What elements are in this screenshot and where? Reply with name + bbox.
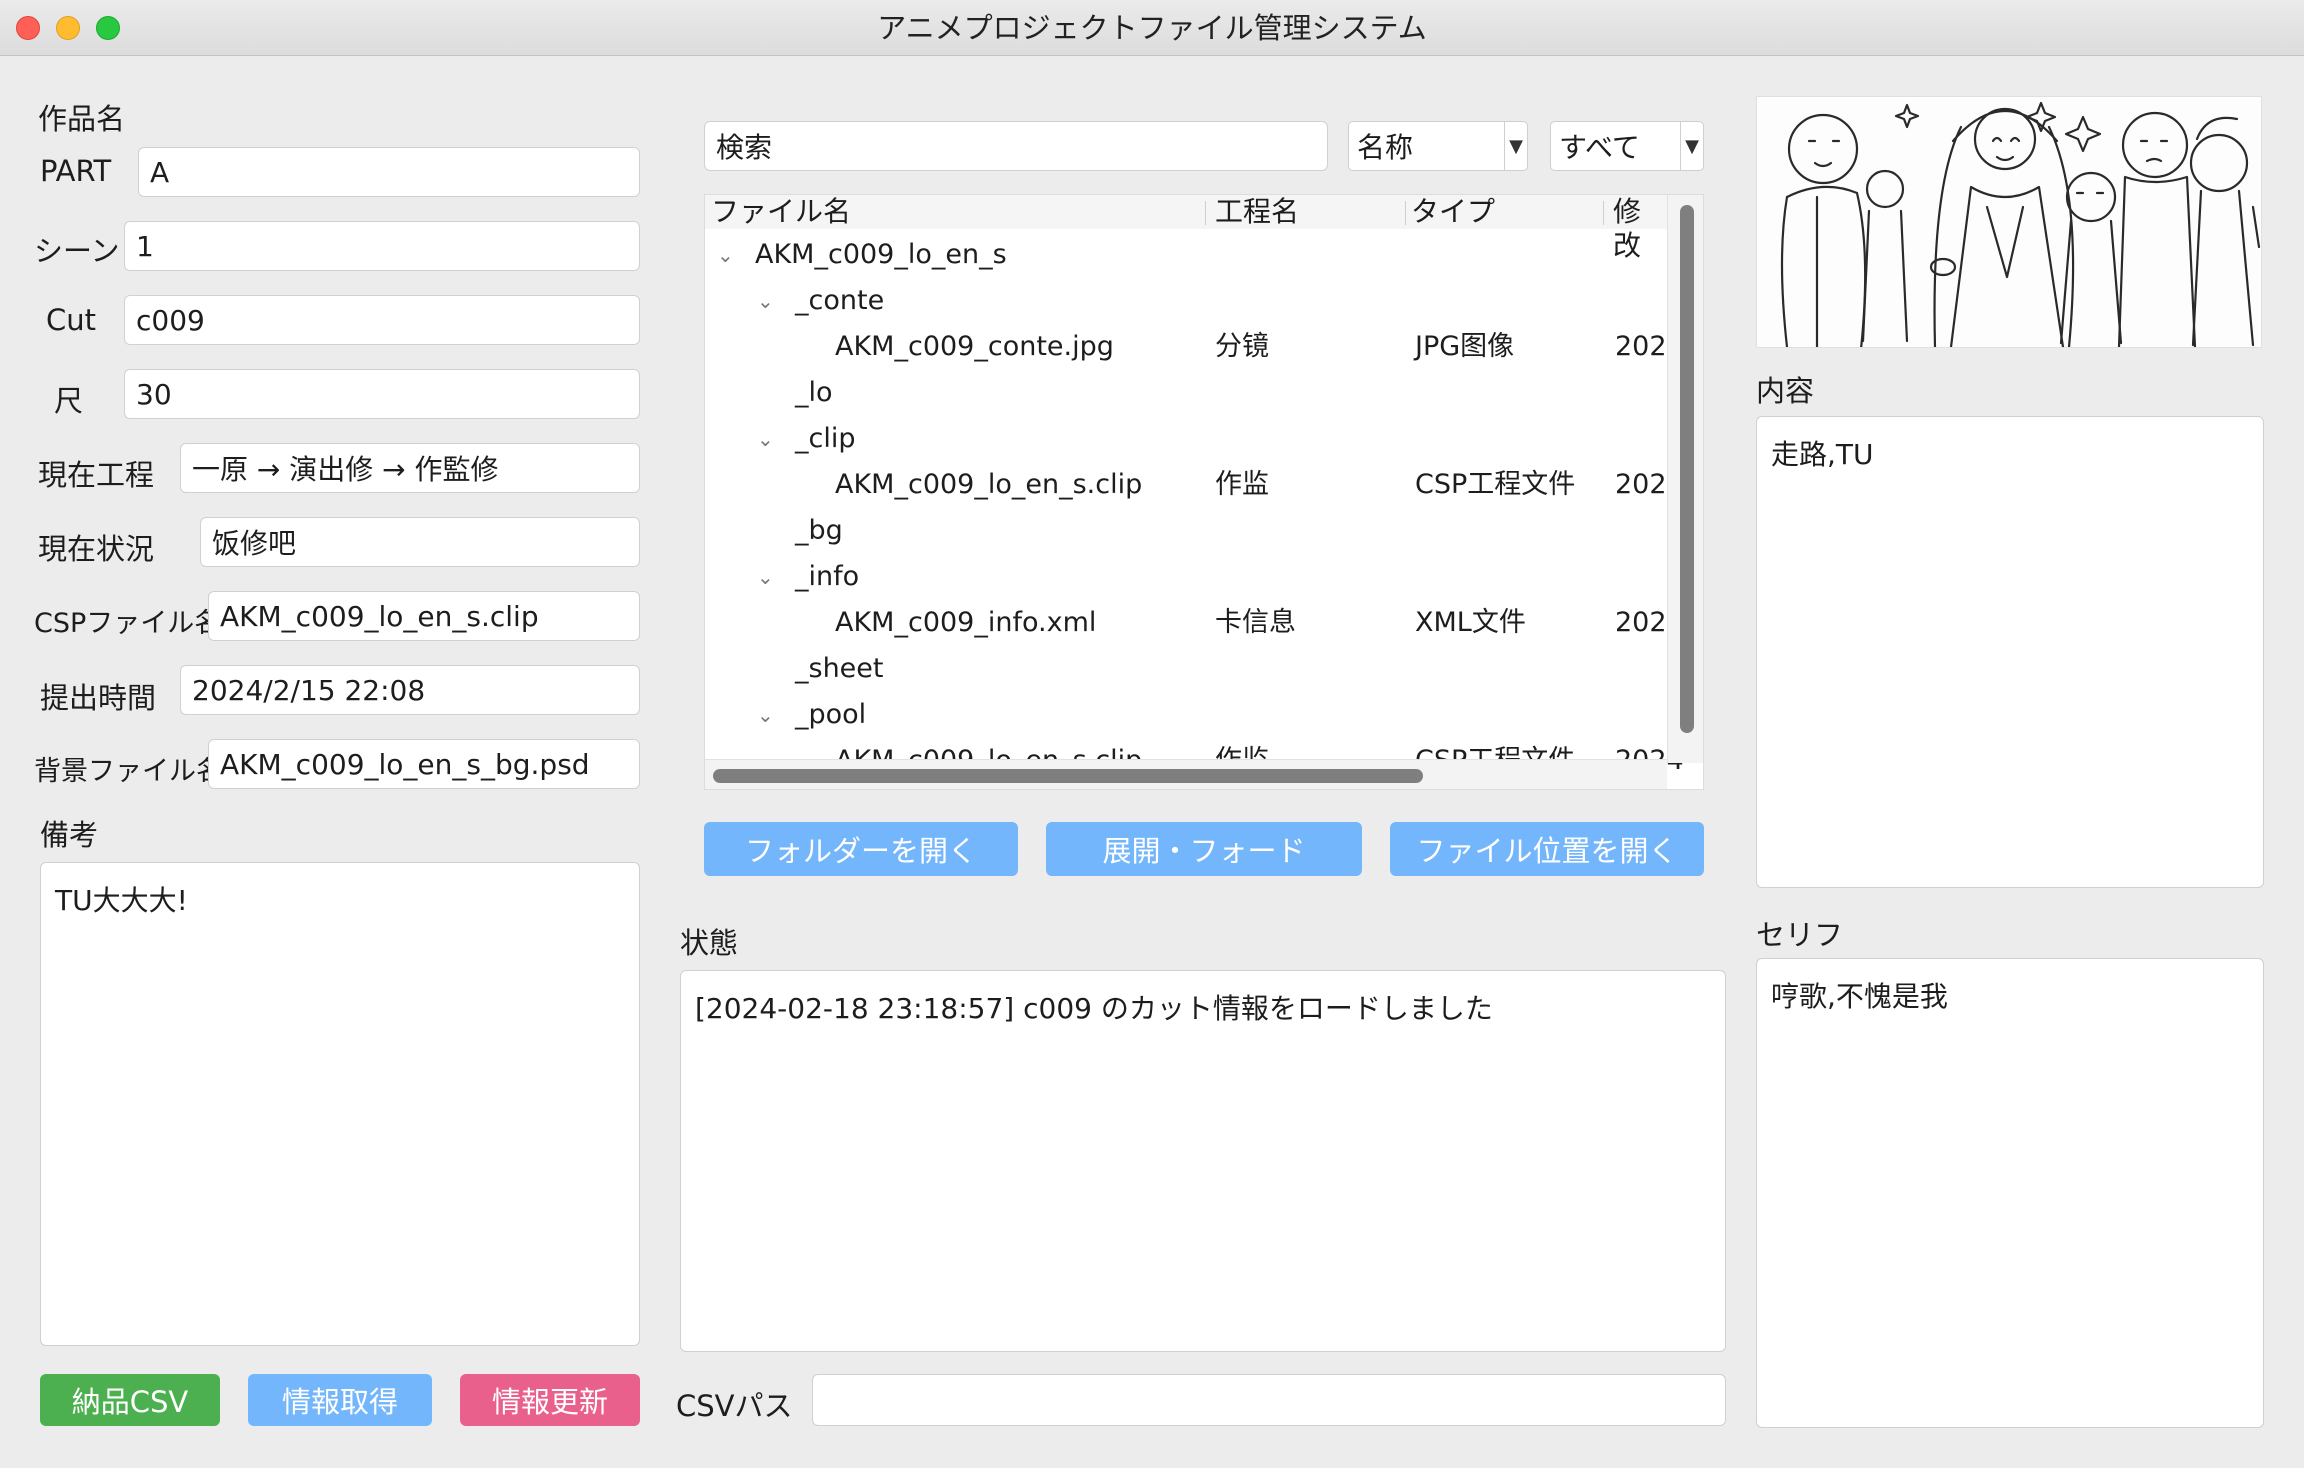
notes-label: 備考 xyxy=(40,818,99,852)
submit-time-label: 提出時間 xyxy=(40,681,157,715)
current-status-field[interactable]: 饭修吧 xyxy=(200,517,640,567)
csp-filename-field[interactable]: AKM_c009_lo_en_s.clip xyxy=(208,591,640,641)
update-info-button[interactable]: 情報更新 xyxy=(460,1374,640,1426)
column-header-modified[interactable]: 修改 xyxy=(1613,195,1667,262)
window-title: アニメプロジェクトファイル管理システム xyxy=(877,11,1427,45)
export-csv-button[interactable]: 納品CSV xyxy=(40,1374,220,1426)
cut-field[interactable]: c009 xyxy=(124,295,640,345)
chevron-down-icon[interactable]: ⌄ xyxy=(757,554,774,600)
type-filter-select-value: すべて xyxy=(1559,131,1640,164)
notes-textarea[interactable]: TU大大大! xyxy=(40,862,640,1346)
part-field[interactable]: A xyxy=(138,147,640,197)
open-folder-button[interactable]: フォルダーを開く xyxy=(704,822,1018,876)
vertical-scrollbar-track[interactable] xyxy=(1667,195,1703,763)
duration-label: 尺 xyxy=(54,384,84,418)
current-status-label: 現在状況 xyxy=(38,532,155,566)
tree-row[interactable]: AKM_c009_info.xml 卡信息 XML文件 2024 xyxy=(705,600,1684,646)
current-process-label: 現在工程 xyxy=(38,458,155,492)
csv-path-field[interactable] xyxy=(812,1374,1726,1426)
csp-filename-label: CSPファイル名 xyxy=(34,608,222,639)
chevron-down-icon[interactable]: ⌄ xyxy=(757,692,774,738)
current-process-field[interactable]: 一原 → 演出修 → 作監修 xyxy=(180,443,640,493)
duration-field[interactable]: 30 xyxy=(124,369,640,419)
vertical-scrollbar-thumb[interactable] xyxy=(1680,205,1694,733)
tree-row[interactable]: ⌄ _clip xyxy=(705,416,1667,462)
fetch-info-button[interactable]: 情報取得 xyxy=(248,1374,432,1426)
type-filter-select[interactable]: すべて ▼ xyxy=(1550,121,1704,171)
dialogue-textarea[interactable]: 哼歌,不愧是我 xyxy=(1756,958,2264,1428)
content-label: 内容 xyxy=(1756,374,1815,408)
horizontal-scrollbar-thumb[interactable] xyxy=(713,769,1423,783)
csv-path-label: CSVパス xyxy=(676,1389,793,1423)
chevron-down-icon[interactable]: ⌄ xyxy=(757,416,774,462)
section-label-work-name: 作品名 xyxy=(38,102,126,136)
content-textarea[interactable]: 走路,TU xyxy=(1756,416,2264,888)
open-file-location-button[interactable]: ファイル位置を開く xyxy=(1390,822,1704,876)
tree-row[interactable]: ⌄ AKM_c009_lo_en_s xyxy=(705,232,1667,278)
chevron-down-icon[interactable]: ⌄ xyxy=(757,278,774,324)
chevron-down-icon: ▼ xyxy=(1504,122,1527,170)
submit-time-field[interactable]: 2024/2/15 22:08 xyxy=(180,665,640,715)
chevron-down-icon[interactable]: ⌄ xyxy=(717,232,734,278)
search-field-select[interactable]: 名称 ▼ xyxy=(1348,121,1528,171)
storyboard-preview-image xyxy=(1756,96,2262,348)
dialogue-label: セリフ xyxy=(1756,918,1844,952)
tree-row[interactable]: _sheet xyxy=(705,646,1667,692)
column-header-filename[interactable]: ファイル名 xyxy=(711,195,851,229)
tree-header: ファイル名 工程名 タイプ 修改 xyxy=(705,195,1667,262)
title-bar: アニメプロジェクトファイル管理システム xyxy=(0,0,2304,56)
tree-row[interactable]: _lo xyxy=(705,370,1667,416)
search-field-select-value: 名称 xyxy=(1357,131,1414,164)
search-input[interactable]: 検索 xyxy=(704,121,1328,171)
scene-label: シーン xyxy=(34,234,120,268)
tree-row[interactable]: ⌄ _conte xyxy=(705,278,1667,324)
file-tree[interactable]: ファイル名 工程名 タイプ 修改 ⌄ AKM_c009_lo_en_s ⌄ _c… xyxy=(704,194,1704,790)
part-label: PART xyxy=(40,154,112,188)
horizontal-scrollbar-track[interactable] xyxy=(705,759,1667,789)
status-label: 状態 xyxy=(680,926,739,960)
tree-row[interactable]: ⌄ _info xyxy=(705,554,1667,600)
tree-row[interactable]: AKM_c009_lo_en_s.clip 作监 CSP工程文件 2024 xyxy=(705,462,1684,508)
chevron-down-icon: ▼ xyxy=(1680,122,1703,170)
tree-row[interactable]: AKM_c009_conte.jpg 分镜 JPG图像 2024 xyxy=(705,324,1684,370)
tree-row[interactable]: _bg xyxy=(705,508,1667,554)
tree-row[interactable]: ⌄ _pool xyxy=(705,692,1667,738)
cut-label: Cut xyxy=(46,303,96,337)
column-header-type[interactable]: タイプ xyxy=(1411,195,1495,229)
scene-field[interactable]: 1 xyxy=(124,221,640,271)
status-log: [2024-02-18 23:18:57] c009 のカット情報をロードしまし… xyxy=(680,970,1726,1352)
expand-fold-button[interactable]: 展開・フォード xyxy=(1046,822,1362,876)
bg-filename-field[interactable]: AKM_c009_lo_en_s_bg.psd xyxy=(208,739,640,789)
bg-filename-label: 背景ファイル名 xyxy=(34,756,223,787)
column-header-step[interactable]: 工程名 xyxy=(1215,195,1299,229)
